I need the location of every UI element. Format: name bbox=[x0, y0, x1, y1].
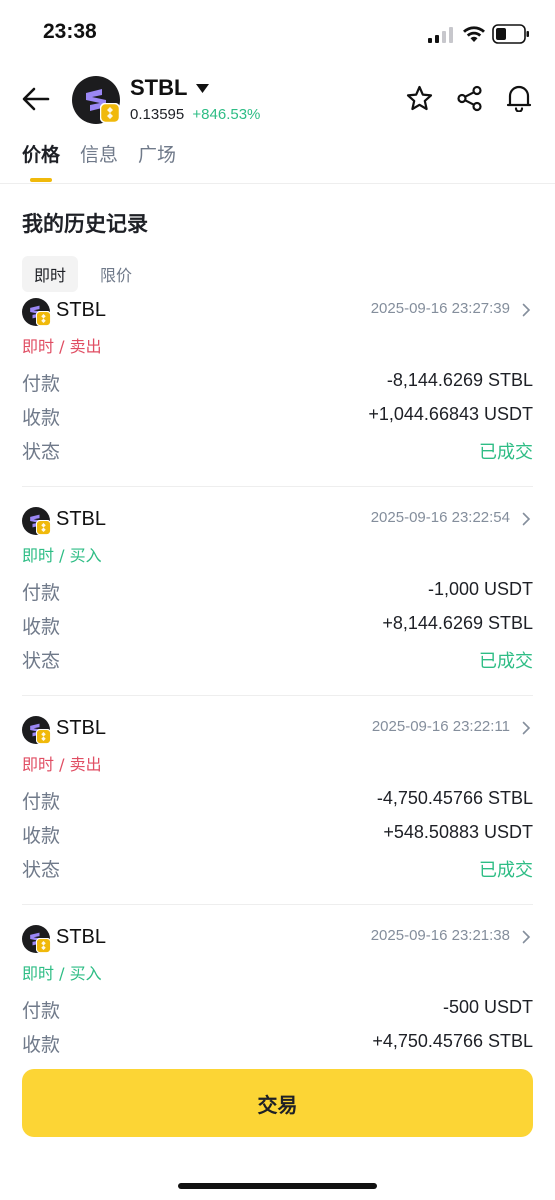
record-time: 2025-09-16 23:27:39 bbox=[370, 300, 510, 317]
coin-name: STBL bbox=[130, 75, 188, 100]
receive-label: 收款 bbox=[22, 825, 61, 847]
record-type: 即时 / 买入 bbox=[22, 546, 102, 565]
history-record[interactable]: STBL 2025-09-16 23:22:11 即时 / 卖出 付款 -4,7… bbox=[0, 716, 555, 925]
receive-label: 收款 bbox=[22, 407, 61, 429]
caret-down-icon bbox=[196, 83, 210, 93]
tab-info-label: 信息 bbox=[80, 144, 119, 166]
cellular-signal-icon bbox=[428, 27, 453, 43]
pay-row: 付款 -1,000 USDT bbox=[22, 578, 533, 608]
bell-notification-icon[interactable] bbox=[506, 84, 532, 112]
status-row: 状态 已成交 bbox=[22, 646, 533, 676]
history-record[interactable]: STBL 2025-09-16 23:27:39 即时 / 卖出 付款 -8,1… bbox=[0, 298, 555, 507]
tab-price[interactable]: 价格 bbox=[22, 140, 60, 182]
pay-row: 付款 -500 USDT bbox=[22, 996, 533, 1026]
receive-label: 收款 bbox=[22, 616, 61, 638]
divider bbox=[22, 695, 533, 696]
coin-selector[interactable]: STBL bbox=[130, 75, 210, 101]
record-coin-name: STBL bbox=[56, 508, 107, 530]
receive-row: 收款 +8,144.6269 STBL bbox=[22, 612, 533, 642]
record-coin-name: STBL bbox=[56, 717, 107, 739]
tab-price-label: 价格 bbox=[22, 144, 61, 166]
pay-value: -1,000 USDT bbox=[427, 579, 533, 599]
receive-value: +548.50883 USDT bbox=[383, 822, 533, 842]
record-time: 2025-09-16 23:22:54 bbox=[370, 509, 510, 526]
pay-value: -500 USDT bbox=[442, 997, 533, 1017]
tab-square-label: 广场 bbox=[138, 144, 177, 166]
record-time: 2025-09-16 23:22:11 bbox=[371, 718, 510, 735]
bnb-chain-badge-icon bbox=[36, 729, 51, 744]
wifi-icon bbox=[463, 26, 485, 42]
tab-info[interactable]: 信息 bbox=[80, 140, 118, 182]
home-indicator bbox=[178, 1183, 377, 1189]
receive-row: 收款 +548.50883 USDT bbox=[22, 821, 533, 851]
coin-price: 0.13595 bbox=[130, 106, 185, 123]
record-type: 即时 / 卖出 bbox=[22, 755, 102, 774]
bnb-chain-badge-icon bbox=[36, 938, 51, 953]
active-tab-indicator bbox=[30, 178, 52, 182]
status-row: 状态 已成交 bbox=[22, 437, 533, 467]
section-title: 我的历史记录 bbox=[22, 212, 148, 236]
divider bbox=[22, 904, 533, 905]
status-label: 状态 bbox=[22, 650, 61, 672]
pay-row: 付款 -4,750.45766 STBL bbox=[22, 787, 533, 817]
receive-value: +1,044.66843 USDT bbox=[368, 404, 533, 424]
back-arrow-icon[interactable] bbox=[22, 86, 50, 112]
coin-header: STBL 0.13595 +846.53% bbox=[0, 70, 555, 130]
status-label: 状态 bbox=[22, 441, 61, 463]
status-bar: 23:38 bbox=[0, 0, 555, 70]
status-value: 已成交 bbox=[479, 442, 533, 463]
pay-row: 付款 -8,144.6269 STBL bbox=[22, 369, 533, 399]
pay-label: 付款 bbox=[22, 582, 61, 604]
record-coin-name: STBL bbox=[56, 926, 107, 948]
status-value: 已成交 bbox=[479, 860, 533, 881]
receive-label: 收款 bbox=[22, 1034, 61, 1056]
star-favorite-icon[interactable] bbox=[406, 85, 433, 112]
chevron-right-icon bbox=[522, 512, 531, 526]
divider bbox=[22, 486, 533, 487]
receive-value: +4,750.45766 STBL bbox=[372, 1031, 533, 1051]
pay-label: 付款 bbox=[22, 791, 61, 813]
bnb-chain-badge-icon bbox=[100, 103, 120, 123]
history-record[interactable]: STBL 2025-09-16 23:22:54 即时 / 买入 付款 -1,0… bbox=[0, 507, 555, 716]
bottom-action-bar: 交易 bbox=[0, 1055, 555, 1200]
chevron-right-icon bbox=[522, 930, 531, 944]
divider bbox=[0, 183, 555, 184]
bnb-chain-badge-icon bbox=[36, 520, 51, 535]
bnb-chain-badge-icon bbox=[36, 311, 51, 326]
chevron-right-icon bbox=[522, 721, 531, 735]
main-tabs: 价格 信息 广场 bbox=[22, 140, 196, 182]
trade-button[interactable]: 交易 bbox=[22, 1069, 533, 1137]
tab-square[interactable]: 广场 bbox=[138, 140, 176, 182]
battery-icon bbox=[492, 24, 529, 44]
status-row: 状态 已成交 bbox=[22, 855, 533, 885]
chevron-right-icon bbox=[522, 303, 531, 317]
record-type: 即时 / 卖出 bbox=[22, 337, 102, 356]
pay-value: -4,750.45766 STBL bbox=[376, 788, 533, 808]
record-time: 2025-09-16 23:21:38 bbox=[370, 927, 510, 944]
order-type-tabs: 即时 限价 bbox=[22, 256, 154, 292]
pay-label: 付款 bbox=[22, 1000, 61, 1022]
receive-row: 收款 +1,044.66843 USDT bbox=[22, 403, 533, 433]
subtab-instant[interactable]: 即时 bbox=[22, 256, 79, 292]
pay-value: -8,144.6269 STBL bbox=[386, 370, 533, 390]
status-value: 已成交 bbox=[479, 651, 533, 672]
record-coin-name: STBL bbox=[56, 299, 107, 321]
price-row: 0.13595 +846.53% bbox=[130, 106, 260, 123]
pay-label: 付款 bbox=[22, 373, 61, 395]
share-icon[interactable] bbox=[456, 85, 483, 112]
status-time: 23:38 bbox=[43, 20, 97, 43]
subtab-limit[interactable]: 限价 bbox=[88, 256, 144, 292]
record-type: 即时 / 买入 bbox=[22, 964, 102, 983]
receive-value: +8,144.6269 STBL bbox=[382, 613, 533, 633]
status-label: 状态 bbox=[22, 859, 61, 881]
price-change: +846.53% bbox=[192, 106, 261, 123]
